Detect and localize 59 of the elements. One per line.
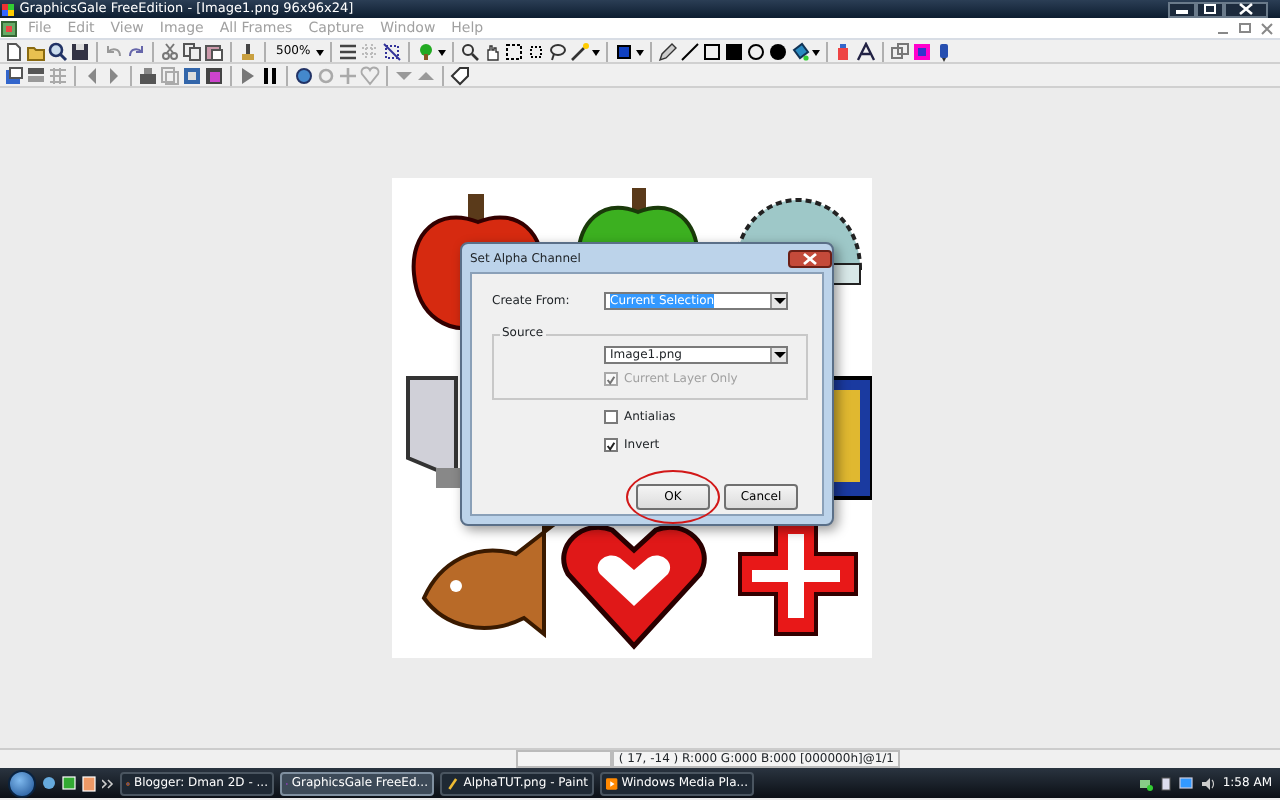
dropdown-arrow-icon [773,296,785,306]
maximize-icon [1198,2,1222,16]
brush-icon [446,775,460,791]
hand-icon[interactable] [482,41,503,61]
move-icon[interactable] [294,65,314,85]
close-button[interactable] [1224,1,1268,17]
start-button[interactable] [8,769,36,797]
copy-icon[interactable] [182,41,202,61]
dotted-grid-icon[interactable] [360,41,381,61]
document-icon[interactable] [82,775,96,791]
layers-icon[interactable] [890,41,911,61]
paint-bucket-icon[interactable] [790,41,811,61]
dropdown-arrow-icon [773,350,785,360]
layer-merge-icon[interactable] [26,65,46,85]
battery-icon[interactable] [1160,775,1173,791]
rectangle-icon[interactable] [702,41,723,61]
minimize-button[interactable] [1168,1,1196,17]
maximize-button[interactable] [1196,1,1224,17]
close-button[interactable] [788,249,832,267]
circle-icon[interactable] [746,41,767,61]
grid-icon[interactable] [338,41,359,61]
check-icon [606,439,616,451]
media-player-icon [606,775,618,791]
clipboard-icon[interactable] [204,41,224,61]
speaker-icon[interactable] [1200,775,1217,791]
redo-icon[interactable] [126,41,146,61]
tree-icon[interactable] [416,41,437,61]
save-icon[interactable] [70,41,90,61]
palette-icon[interactable] [138,65,158,85]
network-icon[interactable] [1138,775,1155,791]
filled-circle-icon[interactable] [768,41,789,61]
frame-paste-icon[interactable] [182,65,202,85]
lasso-icon[interactable] [548,41,569,61]
layer-add-icon[interactable] [4,65,24,85]
selection-rectangle-icon[interactable] [504,41,525,61]
checkbox[interactable] [604,410,618,424]
checkbox[interactable] [604,438,618,452]
app-logo-icon [0,1,16,17]
scissors-icon[interactable] [160,41,180,61]
zoom-icon[interactable] [48,41,68,61]
text-icon[interactable] [856,41,877,61]
selection-square-icon[interactable] [526,41,547,61]
close-icon[interactable] [1258,19,1276,37]
document-icon [0,19,20,37]
frame-save-icon[interactable] [204,65,224,85]
crop-icon[interactable] [382,41,403,61]
close-icon [802,251,818,265]
pause-icon[interactable] [260,65,280,85]
stamp-icon[interactable] [238,41,258,61]
magnifier-icon[interactable] [460,41,481,61]
monitor-icon[interactable] [1178,775,1195,791]
line-icon[interactable] [680,41,701,61]
chevron-icon[interactable] [102,777,114,789]
frame-icon[interactable] [912,41,933,61]
right-arrow-icon[interactable] [104,65,124,85]
magic-wand-icon[interactable] [570,41,591,61]
color-picker-icon[interactable] [614,41,635,61]
globe-icon[interactable] [42,776,56,790]
filled-rectangle-icon[interactable] [724,41,745,61]
